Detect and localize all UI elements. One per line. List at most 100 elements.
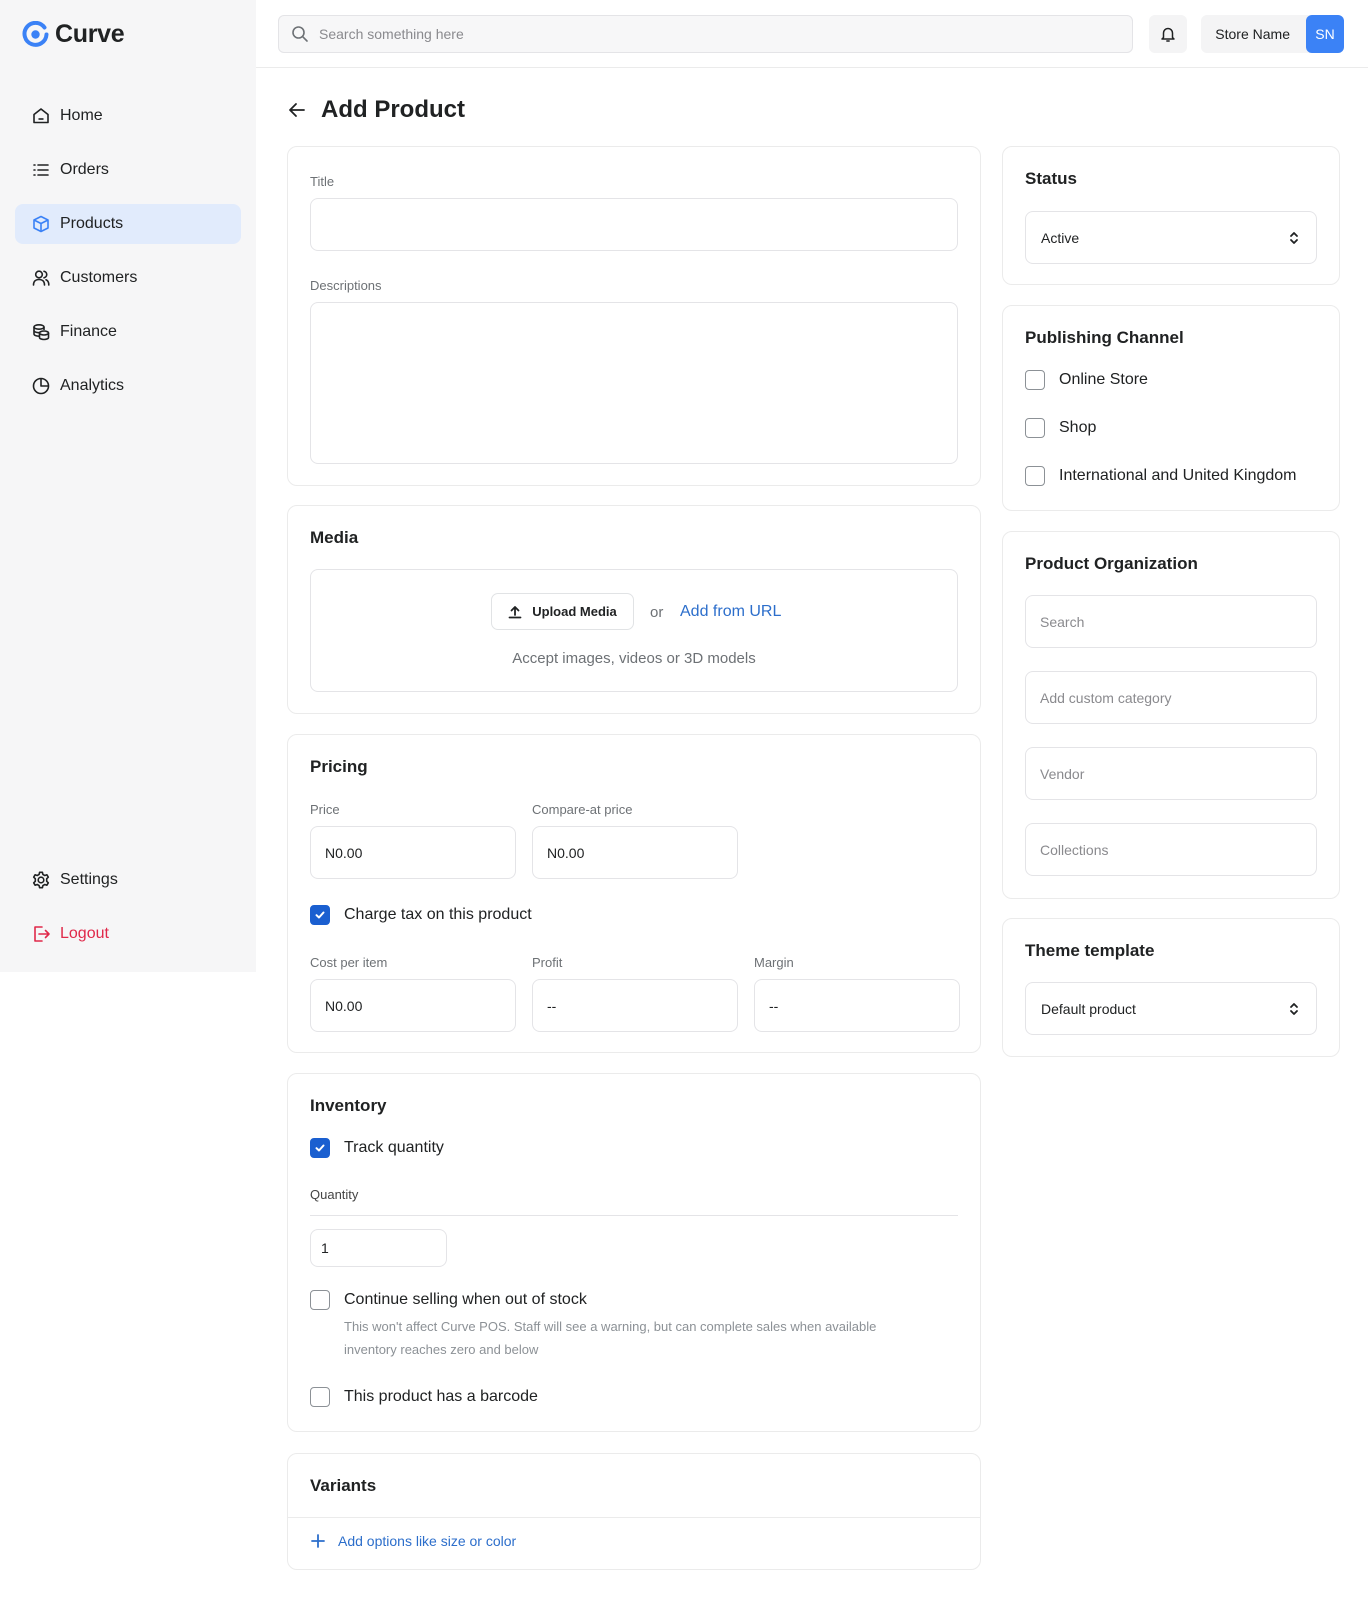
bell-icon bbox=[1161, 27, 1175, 42]
quantity-input[interactable] bbox=[321, 1240, 436, 1256]
add-options-label: Add options like size or color bbox=[338, 1533, 517, 1549]
custom-category-field[interactable] bbox=[1025, 671, 1317, 724]
status-selected-value: Active bbox=[1041, 229, 1080, 246]
price-input[interactable] bbox=[325, 844, 501, 861]
organization-search-input[interactable] bbox=[1040, 613, 1302, 630]
sidebar-item-analytics[interactable]: Analytics bbox=[15, 366, 241, 406]
page-header: Add Product bbox=[287, 96, 465, 124]
compare-at-price-input[interactable] bbox=[547, 844, 723, 861]
vendor-input[interactable] bbox=[1040, 765, 1302, 782]
track-quantity-checkbox[interactable] bbox=[310, 1138, 330, 1158]
sidebar-item-logout[interactable]: Logout bbox=[15, 914, 241, 954]
continue-selling-hint-line: This won't affect Curve POS. Staff will … bbox=[344, 1319, 877, 1334]
theme-selected-value: Default product bbox=[1041, 1000, 1136, 1017]
channel-online-store-row[interactable]: Online Store bbox=[1025, 370, 1148, 390]
status-title: Status bbox=[1025, 169, 1077, 188]
theme-title: Theme template bbox=[1025, 941, 1155, 960]
plus-icon bbox=[311, 1534, 325, 1548]
channel-shop-row[interactable]: Shop bbox=[1025, 418, 1096, 438]
sidebar-item-finance[interactable]: Finance bbox=[15, 312, 241, 352]
search-bar[interactable] bbox=[278, 15, 1133, 53]
continue-selling-hint: This won't affect Curve POS. Staff will … bbox=[344, 1315, 876, 1361]
profit-field: -- bbox=[532, 979, 738, 1032]
cost-per-item-field[interactable] bbox=[310, 979, 516, 1032]
add-options-link[interactable]: Add options like size or color bbox=[310, 1533, 516, 1549]
sidebar-item-home[interactable]: Home bbox=[15, 96, 241, 136]
organization-title: Product Organization bbox=[1025, 554, 1198, 573]
sidebar-item-customers[interactable]: Customers bbox=[15, 258, 241, 298]
price-field[interactable] bbox=[310, 826, 516, 879]
notifications-button[interactable] bbox=[1149, 15, 1187, 53]
compare-at-price-label: Compare-at price bbox=[532, 802, 633, 817]
title-field[interactable] bbox=[310, 198, 958, 251]
theme-template-select[interactable]: Default product bbox=[1025, 982, 1317, 1035]
logout-icon bbox=[34, 926, 50, 942]
box-icon bbox=[33, 215, 49, 233]
variants-title: Variants bbox=[310, 1476, 377, 1495]
charge-tax-row[interactable]: Charge tax on this product bbox=[310, 905, 532, 925]
cost-per-item-input[interactable] bbox=[325, 997, 501, 1014]
upload-media-button[interactable]: Upload Media bbox=[491, 593, 634, 630]
organization-search-field[interactable] bbox=[1025, 595, 1317, 648]
sidebar-item-label: Orders bbox=[60, 161, 109, 178]
coins-icon bbox=[33, 323, 50, 341]
margin-label: Margin bbox=[754, 955, 794, 970]
chevron-up-down-icon bbox=[1290, 1002, 1298, 1015]
list-icon bbox=[33, 164, 49, 176]
back-arrow-icon[interactable] bbox=[287, 100, 307, 120]
store-switcher[interactable]: Store Name SN bbox=[1201, 15, 1344, 53]
sidebar-item-label: Logout bbox=[60, 925, 109, 942]
media-dropzone[interactable]: Upload Media or Add from URL Accept imag… bbox=[310, 569, 958, 692]
quantity-field[interactable] bbox=[310, 1229, 447, 1267]
vendor-field[interactable] bbox=[1025, 747, 1317, 800]
channel-online-store-checkbox[interactable] bbox=[1025, 370, 1045, 390]
charge-tax-checkbox[interactable] bbox=[310, 905, 330, 925]
barcode-label: This product has a barcode bbox=[344, 1388, 538, 1405]
pricing-title: Pricing bbox=[310, 757, 368, 776]
barcode-row[interactable]: This product has a barcode bbox=[310, 1387, 538, 1407]
track-quantity-row[interactable]: Track quantity bbox=[310, 1138, 444, 1158]
sidebar-item-label: Finance bbox=[60, 323, 117, 340]
continue-selling-row[interactable]: Continue selling when out of stock bbox=[310, 1290, 587, 1310]
channel-shop-checkbox[interactable] bbox=[1025, 418, 1045, 438]
compare-at-price-field[interactable] bbox=[532, 826, 738, 879]
inventory-title: Inventory bbox=[310, 1096, 387, 1115]
add-from-url-link[interactable]: Add from URL bbox=[680, 603, 781, 621]
channel-label: Online Store bbox=[1059, 371, 1148, 388]
channel-international-row[interactable]: International and United Kingdom bbox=[1025, 466, 1297, 486]
status-select[interactable]: Active bbox=[1025, 211, 1317, 264]
avatar[interactable]: SN bbox=[1306, 15, 1344, 53]
price-label: Price bbox=[310, 802, 340, 817]
search-icon bbox=[292, 26, 308, 42]
publishing-title: Publishing Channel bbox=[1025, 328, 1184, 347]
sidebar-item-label: Analytics bbox=[60, 377, 125, 394]
continue-selling-checkbox[interactable] bbox=[310, 1290, 330, 1310]
channel-international-checkbox[interactable] bbox=[1025, 466, 1045, 486]
sidebar-item-label: Settings bbox=[60, 871, 118, 888]
profit-value: -- bbox=[547, 997, 557, 1014]
sidebar-item-settings[interactable]: Settings bbox=[15, 860, 241, 900]
descriptions-label: Descriptions bbox=[310, 278, 382, 293]
continue-selling-hint-line: inventory reaches zero and below bbox=[344, 1342, 539, 1357]
title-input[interactable] bbox=[325, 216, 943, 233]
sidebar-item-products[interactable]: Products bbox=[15, 204, 241, 244]
charge-tax-label: Charge tax on this product bbox=[344, 906, 532, 923]
store-name: Store Name bbox=[1215, 26, 1290, 42]
users-icon bbox=[32, 270, 50, 286]
curve-logo-icon bbox=[22, 21, 49, 47]
descriptions-field[interactable] bbox=[310, 302, 958, 464]
custom-category-input[interactable] bbox=[1040, 689, 1302, 706]
sidebar-item-orders[interactable]: Orders bbox=[15, 150, 241, 190]
collections-field[interactable] bbox=[1025, 823, 1317, 876]
upload-icon bbox=[508, 605, 522, 618]
profit-label: Profit bbox=[532, 955, 563, 970]
upload-media-label: Upload Media bbox=[532, 604, 617, 619]
gear-icon bbox=[32, 871, 50, 889]
sidebar-item-label: Home bbox=[60, 107, 103, 124]
collections-input[interactable] bbox=[1040, 841, 1302, 858]
product-organization-card: Product Organization bbox=[1002, 531, 1340, 899]
logo[interactable]: Curve bbox=[22, 20, 125, 49]
barcode-checkbox[interactable] bbox=[310, 1387, 330, 1407]
sidebar-item-label: Products bbox=[60, 215, 124, 232]
search-input[interactable] bbox=[319, 26, 1099, 42]
